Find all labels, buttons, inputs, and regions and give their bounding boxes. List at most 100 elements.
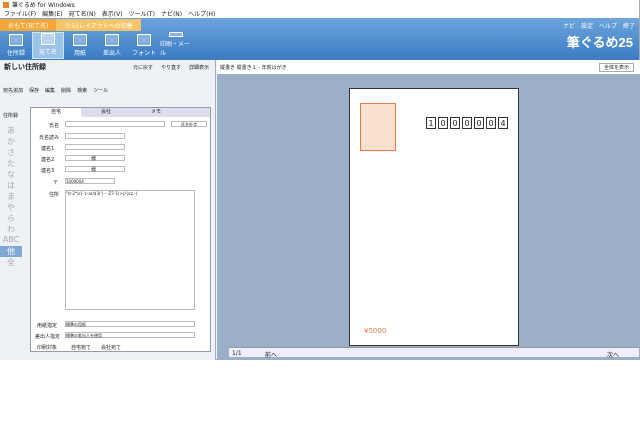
tab-memo[interactable]: メモ bbox=[131, 108, 181, 117]
kana-ma[interactable]: ま bbox=[0, 191, 22, 202]
add-entry-button[interactable]: 宛先追加 bbox=[3, 87, 23, 94]
menu-file[interactable]: ファイル(F) bbox=[4, 9, 36, 18]
print-target-label: 印刷対象 bbox=[37, 345, 58, 351]
kana-a[interactable]: あ bbox=[0, 125, 22, 136]
brand-logo: 筆ぐるめ25 bbox=[566, 35, 633, 50]
menu-address[interactable]: 宛て名(N) bbox=[69, 9, 96, 18]
font-label: フォント bbox=[131, 50, 156, 57]
print-name-button[interactable]: 氏名外字 bbox=[171, 121, 207, 127]
kana-other[interactable]: 他 bbox=[0, 246, 22, 257]
kana-wa[interactable]: わ bbox=[0, 224, 22, 235]
zip-digit: 1 bbox=[426, 117, 436, 129]
detail-link[interactable]: 詳細表示 bbox=[189, 64, 209, 71]
menu-tools[interactable]: ツール(T) bbox=[129, 9, 155, 18]
navi-link[interactable]: ナビ bbox=[563, 21, 575, 30]
menu-bar: ファイル(F) 編集(E) 宛て名(N) 表示(V) ツール(T) ナビ(N) … bbox=[0, 9, 639, 18]
edit-button[interactable]: 編集 bbox=[45, 87, 55, 94]
printer-icon bbox=[169, 32, 183, 37]
home-checkbox[interactable]: 自宅宛て bbox=[71, 344, 91, 351]
kana-index: あ か さ た な は ま や ら わ ABC 他 全 bbox=[0, 115, 22, 268]
card-type-label: 用紙指定 bbox=[37, 323, 58, 329]
prev-button[interactable]: 前へ bbox=[265, 350, 277, 359]
postcard-preview: 1 0 0 0 0 0 4 ¥5000 bbox=[349, 88, 519, 346]
paper-label: 用紙 bbox=[73, 50, 86, 57]
page-navigation: 1/1 前へ 次へ bbox=[229, 347, 639, 359]
zip-digit: 0 bbox=[486, 117, 496, 129]
company-checkbox[interactable]: 会社宛て bbox=[101, 344, 121, 351]
print-mail-button[interactable]: 印刷・メール bbox=[160, 32, 192, 59]
zip-digit: 0 bbox=[438, 117, 448, 129]
zip-label: 〒 bbox=[53, 180, 59, 186]
addressee-button[interactable]: 宛て名 bbox=[32, 32, 64, 59]
toolbar: おもて(宛て名) うら(レイアウトへの切替 ナビ 設定 ヘルプ 終了 住所録 宛… bbox=[0, 18, 639, 60]
kana-na[interactable]: な bbox=[0, 169, 22, 180]
app-icon bbox=[3, 1, 9, 8]
search-button[interactable]: 検索 bbox=[77, 87, 87, 94]
addressee-icon bbox=[41, 33, 55, 45]
save-button[interactable]: 保存 bbox=[29, 87, 39, 94]
settings-link[interactable]: 設定 bbox=[581, 21, 593, 30]
tab-home[interactable]: 自宅 bbox=[31, 108, 81, 117]
next-button[interactable]: 次へ bbox=[607, 350, 619, 359]
kana-ra[interactable]: ら bbox=[0, 213, 22, 224]
zoom-select[interactable]: 全体を表示 bbox=[598, 62, 634, 72]
stamp-image bbox=[360, 103, 396, 151]
font-button[interactable]: フォント bbox=[128, 32, 160, 59]
zip-digit: 4 bbox=[498, 117, 508, 129]
joint1-field[interactable] bbox=[65, 144, 125, 150]
joint1-label: 連名1 bbox=[41, 146, 55, 152]
furigana-field[interactable] bbox=[65, 133, 125, 139]
address-book-button[interactable]: 住所録 bbox=[0, 32, 32, 59]
paper-button[interactable]: 用紙 bbox=[64, 32, 96, 59]
menu-edit[interactable]: 編集(E) bbox=[42, 9, 62, 18]
title-bar: 筆ぐるめ for Windows bbox=[0, 0, 639, 9]
addressee-label: 宛て名 bbox=[38, 49, 57, 56]
menu-help[interactable]: ヘルプ(H) bbox=[188, 9, 215, 18]
address-label: 住所 bbox=[49, 192, 60, 198]
sender-label: 差出人 bbox=[102, 50, 121, 57]
kana-abc[interactable]: ABC bbox=[0, 235, 22, 246]
tab-back[interactable]: うら(レイアウトへの切替 bbox=[56, 19, 141, 31]
address-field[interactable]: "(t-2*)c[-'c-ar/$3('(・-Z7-1(>)/-Jcz,-) bbox=[65, 190, 195, 310]
kana-ka[interactable]: か bbox=[0, 136, 22, 147]
paper-icon bbox=[73, 34, 87, 46]
address-book-icon bbox=[9, 34, 23, 46]
menu-view[interactable]: 表示(V) bbox=[102, 9, 123, 18]
tab-company[interactable]: 会社 bbox=[81, 108, 131, 117]
zip-digit: 0 bbox=[450, 117, 460, 129]
zip-digit: 0 bbox=[462, 117, 472, 129]
kana-ya[interactable]: や bbox=[0, 202, 22, 213]
tab-front[interactable]: おもて(宛て名) bbox=[0, 19, 57, 31]
address-book-label: 住所録 bbox=[6, 50, 25, 57]
sender-label: 差出人指定 bbox=[35, 334, 61, 340]
window-title: 筆ぐるめ for Windows bbox=[12, 2, 75, 9]
help-link[interactable]: ヘルプ bbox=[599, 21, 617, 30]
furigana-label: 氏名読み bbox=[39, 135, 60, 141]
undo-link[interactable]: 元に戻す bbox=[133, 64, 153, 71]
kana-all[interactable]: 全 bbox=[0, 257, 22, 268]
honorific-2: 様 bbox=[91, 167, 97, 173]
delete-button[interactable]: 削除 bbox=[61, 87, 71, 94]
zip-boxes: 1 0 0 0 0 0 4 bbox=[426, 117, 508, 129]
zip-field[interactable]: 1000004 bbox=[65, 178, 115, 184]
tools-button[interactable]: ツール bbox=[93, 87, 108, 94]
redo-link[interactable]: やり直す bbox=[161, 64, 181, 71]
sender-select[interactable]: 標準の差出人を使用 bbox=[65, 332, 195, 338]
address-book-title: 新しい住所録 bbox=[4, 63, 46, 71]
sender-icon bbox=[105, 34, 119, 46]
exit-link[interactable]: 終了 bbox=[623, 21, 635, 30]
sender-button[interactable]: 差出人 bbox=[96, 32, 128, 59]
menu-navi[interactable]: ナビ(N) bbox=[161, 9, 182, 18]
kana-ta[interactable]: た bbox=[0, 158, 22, 169]
name-label: 氏名 bbox=[49, 123, 60, 129]
entry-form: 自宅 会社 メモ 氏名 氏名外字 氏名読み 連名1 連名2 様 連名3 様 〒 … bbox=[30, 107, 211, 352]
card-type-select[interactable]: 標準の用紙 bbox=[65, 321, 195, 327]
preview-header: 縦書き 縦書き１ - 年賀はがき bbox=[220, 64, 287, 71]
lottery-label: ¥5000 bbox=[364, 327, 387, 335]
address-book-pane: 新しい住所録 元に戻す やり直す 詳細表示 宛先追加 保存 編集 削除 検索 ツール… bbox=[0, 60, 216, 360]
honorific-1: 様 bbox=[91, 156, 97, 162]
zip-digit: 0 bbox=[474, 117, 484, 129]
kana-ha[interactable]: は bbox=[0, 180, 22, 191]
name-field[interactable] bbox=[65, 121, 165, 127]
kana-sa[interactable]: さ bbox=[0, 147, 22, 158]
